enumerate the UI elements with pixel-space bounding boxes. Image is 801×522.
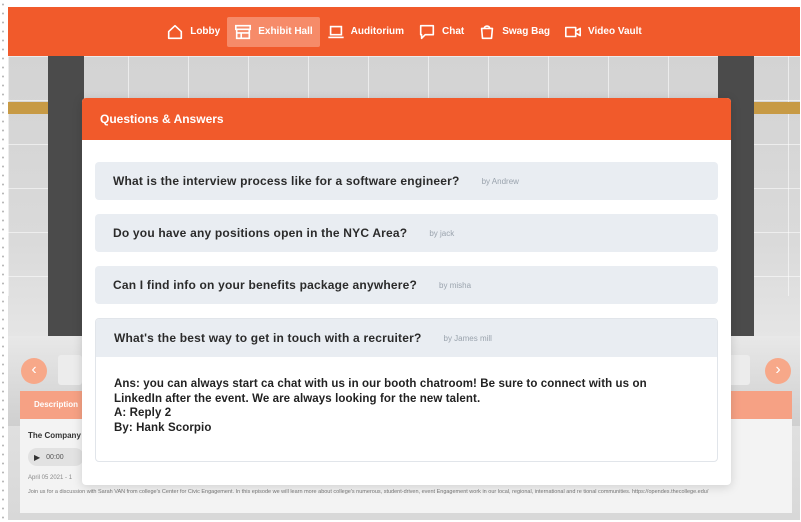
- player-time: 00:00: [46, 453, 64, 461]
- question-author: by misha: [439, 280, 472, 290]
- company-name: The Company: [28, 431, 81, 440]
- nav-auditorium[interactable]: Auditorium: [320, 17, 411, 47]
- nav-lobby-label: Lobby: [190, 26, 221, 37]
- question-text: What's the best way to get in touch with…: [114, 331, 422, 345]
- nav-chat[interactable]: Chat: [411, 17, 471, 47]
- modal-title: Questions & Answers: [100, 112, 224, 126]
- nav-chat-label: Chat: [442, 26, 465, 37]
- question-text: Do you have any positions open in the NY…: [113, 226, 408, 240]
- top-navigation: Lobby Exhibit Hall Auditorium Chat Swag …: [8, 7, 800, 56]
- question-text: What is the interview process like for a…: [113, 174, 460, 188]
- thumbnail-left[interactable]: [58, 355, 82, 385]
- answer-body: Ans: you can always start ca chat with u…: [96, 357, 717, 461]
- answer-line: LinkedIn after the event. We are always …: [114, 392, 481, 405]
- nav-lobby[interactable]: Lobby: [159, 17, 227, 47]
- play-icon[interactable]: ▶: [34, 453, 40, 462]
- expanded-question: What's the best way to get in touch with…: [95, 318, 718, 462]
- question-item[interactable]: Do you have any positions open in the NY…: [95, 214, 718, 252]
- reply-author: By: Hank Scorpio: [114, 421, 212, 434]
- laptop-icon: [328, 25, 344, 38]
- nav-exhibit-hall[interactable]: Exhibit Hall: [227, 16, 320, 47]
- question-author: by James mill: [443, 333, 492, 343]
- qa-modal: Questions & Answers What is the intervie…: [82, 98, 731, 485]
- question-list: What is the interview process like for a…: [95, 162, 718, 462]
- question-item-expanded[interactable]: What's the best way to get in touch with…: [96, 319, 717, 357]
- question-author: by jack: [429, 228, 455, 238]
- description-text: Join us for a discussion with Sarah VAN …: [28, 489, 709, 495]
- modal-header: Questions & Answers: [82, 98, 731, 140]
- nav-swag-bag-label: Swag Bag: [502, 26, 551, 37]
- question-author: by Andrew: [481, 176, 519, 186]
- audio-player[interactable]: ▶ 00:00: [28, 448, 84, 466]
- answer-line: Ans: you can always start ca chat with u…: [114, 378, 647, 390]
- carousel-prev-button[interactable]: ‹: [21, 358, 47, 384]
- app-window: ‹ › Description The Company ▶ 00:00 Apri…: [8, 7, 800, 520]
- nav-auditorium-label: Auditorium: [350, 26, 404, 37]
- reply-line: A: Reply 2: [114, 407, 172, 419]
- booth-icon: [235, 24, 252, 39]
- description-tab[interactable]: Description: [34, 400, 78, 409]
- chat-bubble-icon: [419, 24, 435, 39]
- carousel-next-button[interactable]: ›: [765, 358, 791, 384]
- nav-swag-bag[interactable]: Swag Bag: [471, 17, 557, 47]
- home-icon: [168, 24, 183, 39]
- video-camera-icon: [565, 26, 582, 37]
- nav-video-vault[interactable]: Video Vault: [557, 17, 649, 47]
- nav-video-vault-label: Video Vault: [588, 26, 642, 37]
- nav-exhibit-hall-label: Exhibit Hall: [258, 26, 313, 37]
- question-item[interactable]: Can I find info on your benefits package…: [95, 266, 718, 304]
- question-item[interactable]: What is the interview process like for a…: [95, 162, 718, 200]
- description-date: April 05 2021 - 1: [28, 475, 73, 481]
- question-text: Can I find info on your benefits package…: [113, 278, 418, 292]
- dotted-edge: [0, 0, 6, 522]
- bag-icon: [481, 24, 494, 39]
